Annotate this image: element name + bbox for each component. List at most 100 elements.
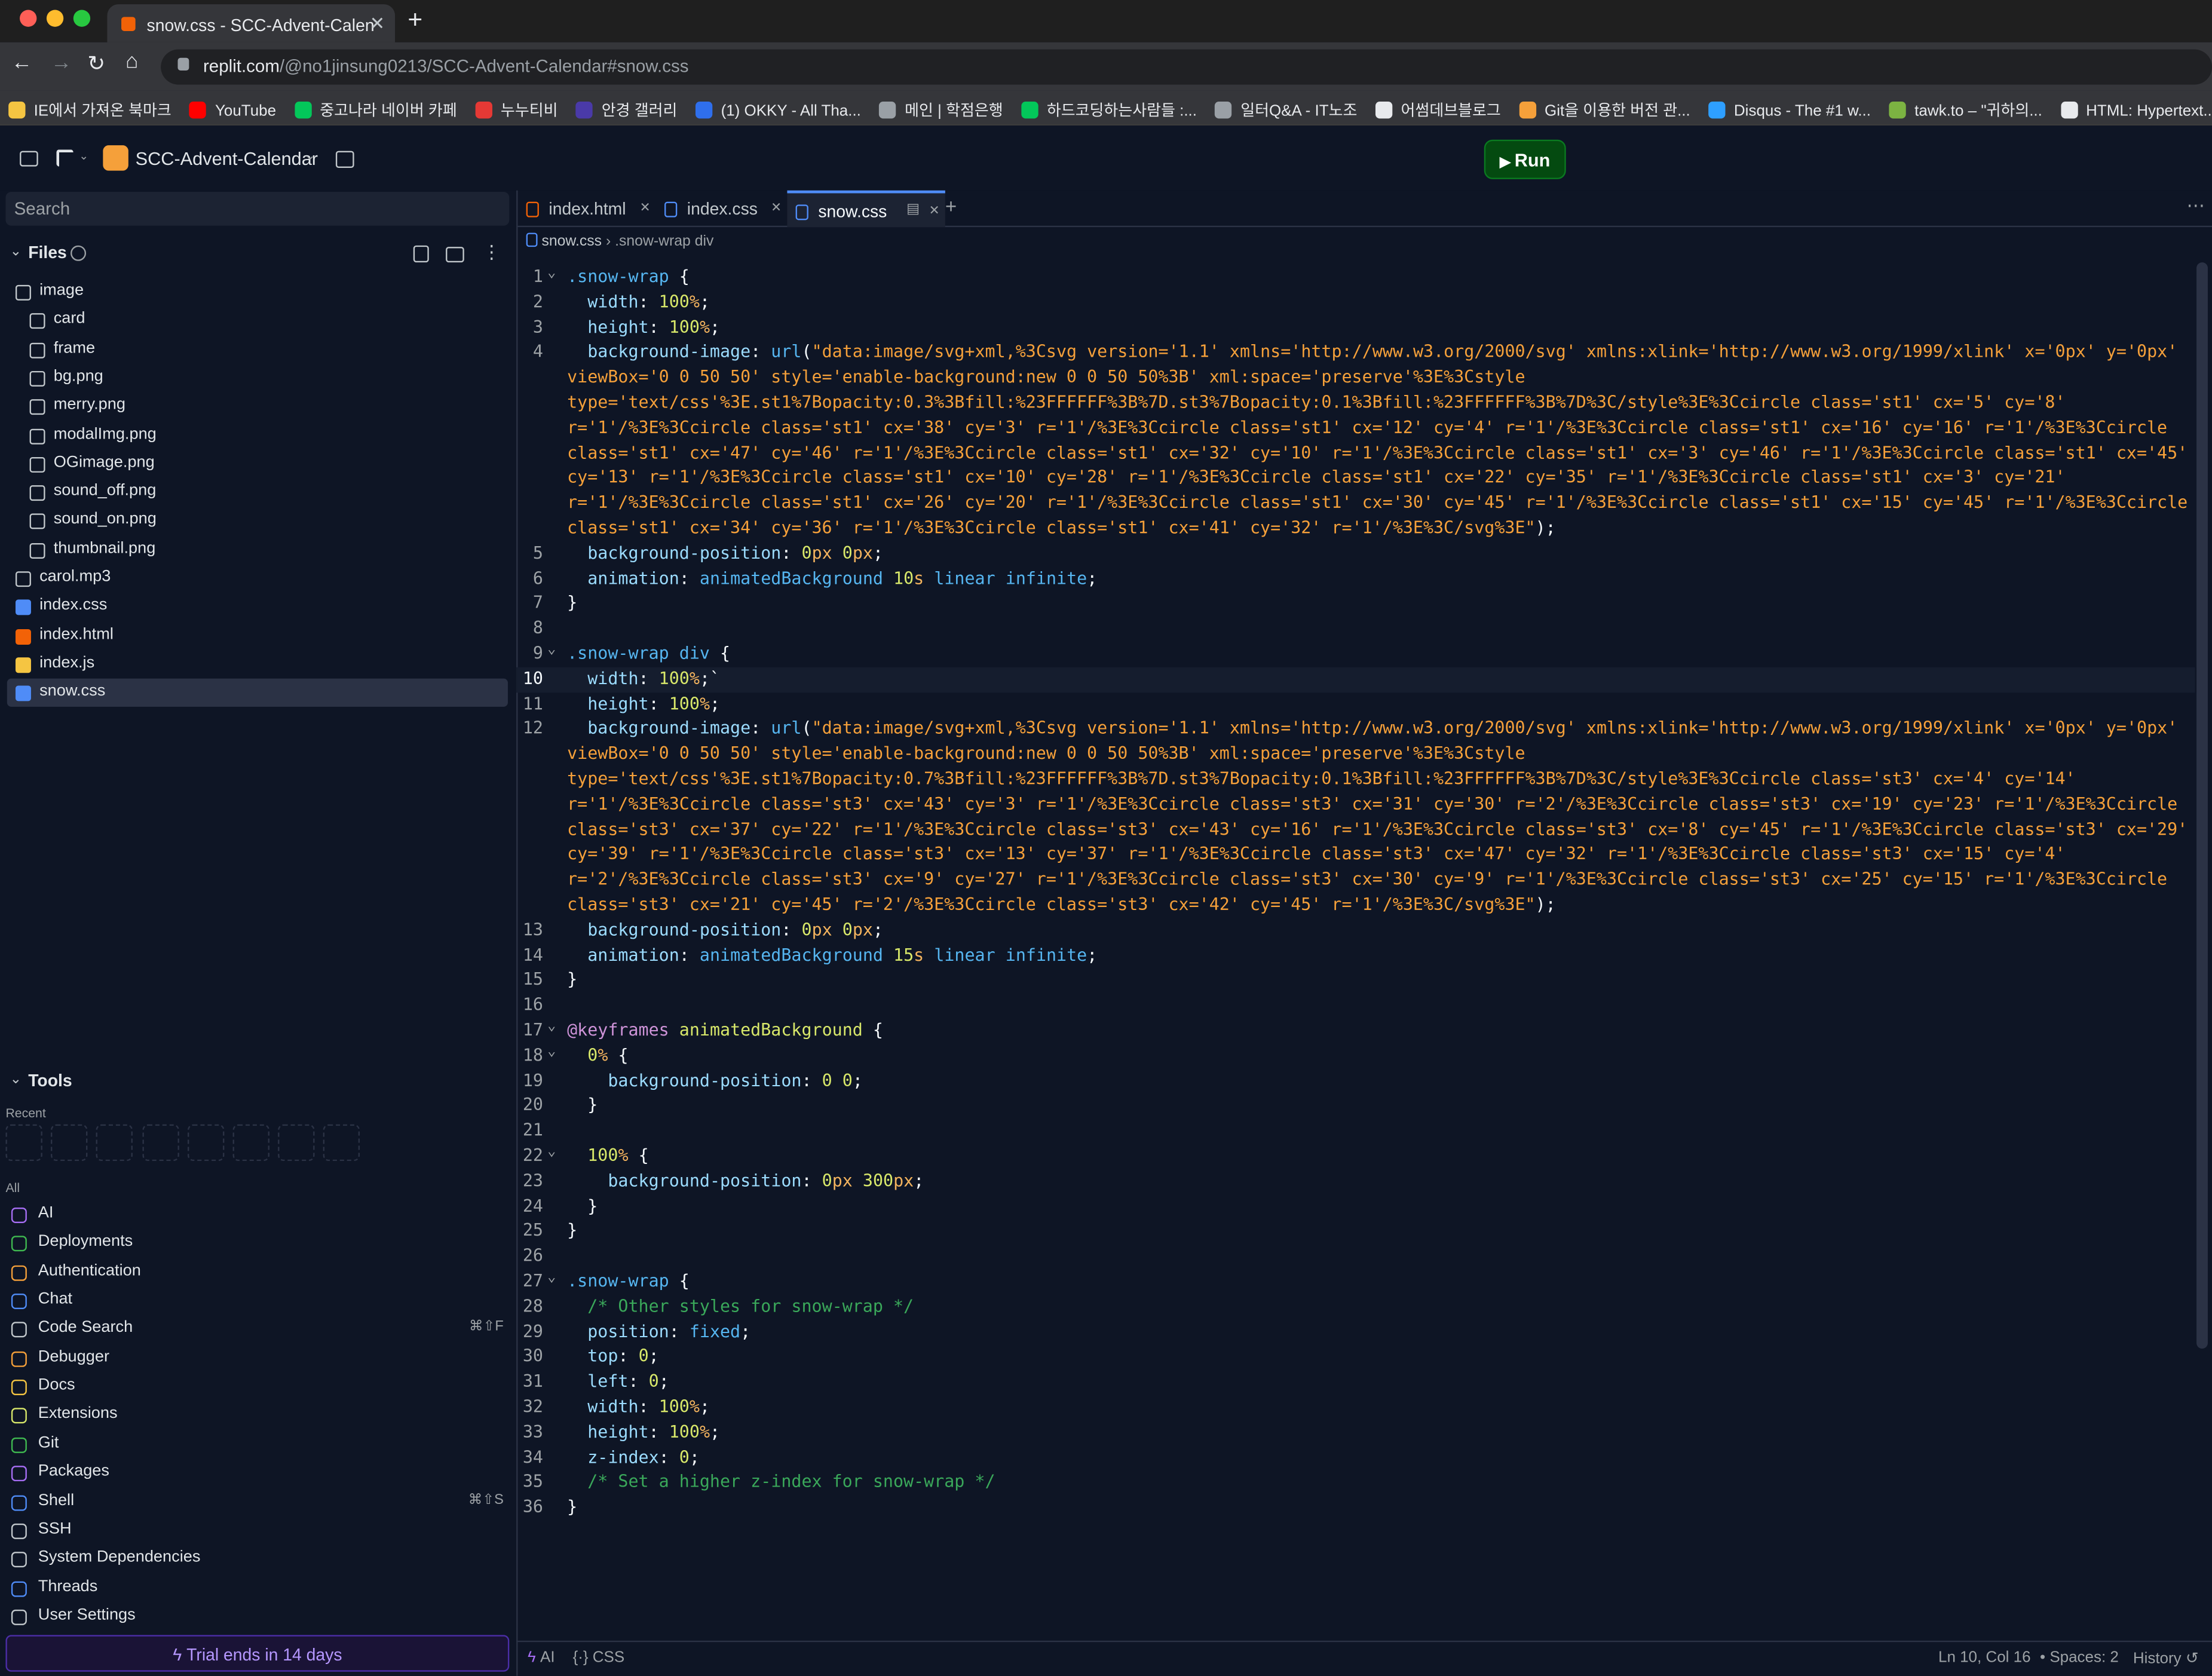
- file-row-image[interactable]: image: [0, 278, 516, 306]
- close-tab-icon[interactable]: ✕: [370, 13, 385, 35]
- close-window-button[interactable]: [20, 10, 37, 27]
- file-row-index-html[interactable]: index.html: [0, 621, 516, 649]
- project-name[interactable]: SCC-Advent-Calendar: [136, 148, 318, 169]
- trial-banner[interactable]: ϟ Trial ends in 14 days: [5, 1635, 510, 1672]
- run-button[interactable]: ▶ Run: [1484, 139, 1566, 179]
- tool-git[interactable]: Git: [0, 1430, 516, 1459]
- ai-status[interactable]: ϟ AI: [528, 1649, 555, 1666]
- bookmark-item[interactable]: 메인 | 학점은행: [871, 90, 1013, 121]
- recent-tool-slot[interactable]: [96, 1124, 133, 1162]
- recent-tool-slot[interactable]: [5, 1124, 42, 1162]
- minimize-window-button[interactable]: [46, 10, 64, 27]
- tool-threads[interactable]: Threads: [0, 1574, 516, 1602]
- preview-icon[interactable]: ▤: [906, 202, 920, 217]
- tab-index-html[interactable]: index.html ✕: [517, 191, 655, 227]
- back-icon[interactable]: ←: [11, 51, 32, 75]
- cursor-position[interactable]: Ln 10, Col 16: [1938, 1649, 2030, 1666]
- bookmark-item[interactable]: 안경 갤러리: [568, 90, 687, 121]
- tools-collapse-icon[interactable]: ⌄: [10, 1072, 22, 1087]
- bookmark-item[interactable]: 하드코딩하는사람들 :...: [1013, 90, 1206, 121]
- recent-tool-slot[interactable]: [142, 1124, 179, 1162]
- bookmark-item[interactable]: tawk.to – "귀하의...: [1881, 90, 2052, 121]
- fold-chevron-icon[interactable]: ⌄: [547, 1266, 556, 1291]
- recent-tool-slot[interactable]: [232, 1124, 269, 1162]
- editor-more-icon[interactable]: ⋯: [2187, 195, 2205, 217]
- close-tab-icon[interactable]: ✕: [640, 200, 651, 216]
- bookmark-item[interactable]: YouTube: [181, 93, 286, 120]
- bookmark-item[interactable]: 일터Q&A - IT노조: [1207, 90, 1367, 121]
- search-input[interactable]: Search: [5, 192, 510, 226]
- tool-docs[interactable]: Docs: [0, 1372, 516, 1401]
- file-row-index-js[interactable]: index.js: [0, 650, 516, 678]
- recent-tool-slot[interactable]: [51, 1124, 88, 1162]
- bookmark-item[interactable]: Disqus - The #1 w...: [1700, 93, 1880, 120]
- maximize-window-button[interactable]: [73, 10, 91, 27]
- tool-shell[interactable]: Shell ⌘⇧S: [0, 1488, 516, 1516]
- tool-deployments[interactable]: Deployments: [0, 1229, 516, 1257]
- files-collapse-icon[interactable]: ⌄: [10, 244, 22, 259]
- tool-extensions[interactable]: Extensions: [0, 1402, 516, 1430]
- chevron-down-icon[interactable]: ⌄: [79, 149, 88, 162]
- reload-icon[interactable]: ↻: [87, 51, 105, 76]
- editor-scrollbar[interactable]: [2196, 262, 2208, 1349]
- bookmark-item[interactable]: 누누티비: [467, 90, 568, 121]
- bookmark-item[interactable]: IE에서 가져온 북마크: [0, 90, 181, 121]
- project-menu-chevron-icon[interactable]: ⌄: [305, 148, 315, 164]
- file-row-card[interactable]: card: [0, 307, 516, 335]
- fold-chevron-icon[interactable]: ⌄: [547, 1140, 556, 1165]
- file-row-thumbnail-png[interactable]: thumbnail.png: [0, 535, 516, 563]
- replit-logo-icon[interactable]: [56, 149, 73, 167]
- new-folder-icon[interactable]: [446, 247, 464, 263]
- close-tab-icon[interactable]: ✕: [929, 203, 940, 219]
- tool-debugger[interactable]: Debugger: [0, 1344, 516, 1372]
- bookmark-item[interactable]: HTML: Hypertext...: [2052, 93, 2212, 120]
- recent-tool-slot[interactable]: [278, 1124, 315, 1162]
- sidebar-toggle-icon[interactable]: [20, 151, 38, 167]
- tool-authentication[interactable]: Authentication: [0, 1258, 516, 1286]
- address-bar[interactable]: replit.com/@no1jinsung0213/SCC-Advent-Ca…: [161, 49, 2212, 85]
- bookmark-item[interactable]: 어썸데브블로그: [1367, 90, 1511, 121]
- bookmark-item[interactable]: 중고나라 네이버 카페: [286, 90, 467, 121]
- tool-code-search[interactable]: Code Search ⌘⇧F: [0, 1315, 516, 1343]
- file-row-merry-png[interactable]: merry.png: [0, 393, 516, 421]
- fold-chevron-icon[interactable]: ⌄: [547, 638, 556, 663]
- tool-user-settings[interactable]: User Settings: [0, 1603, 516, 1631]
- tool-packages[interactable]: Packages: [0, 1459, 516, 1487]
- fold-chevron-icon[interactable]: ⌄: [547, 261, 556, 286]
- tab-snow-css[interactable]: snow.css ▤ ✕: [787, 190, 945, 228]
- browser-tab[interactable]: snow.css - SCC-Advent-Calen ✕: [107, 4, 396, 42]
- tool-system-dependencies[interactable]: System Dependencies: [0, 1545, 516, 1573]
- file-row-bg-png[interactable]: bg.png: [0, 364, 516, 392]
- code-editor[interactable]: 1 ⌄ .snow-wrap {2 width: 100%; 3 height: 10…: [516, 262, 2195, 1638]
- file-row-carol-mp3[interactable]: carol.mp3: [0, 564, 516, 592]
- tool-ai[interactable]: AI: [0, 1200, 516, 1228]
- file-row-snow-css[interactable]: snow.css: [7, 679, 508, 707]
- file-row-frame[interactable]: frame: [0, 335, 516, 363]
- fold-chevron-icon[interactable]: ⌄: [547, 1040, 556, 1065]
- spaces-status[interactable]: • Spaces: 2: [2040, 1649, 2119, 1666]
- bookmark-item[interactable]: (1) OKKY - All Tha...: [687, 93, 871, 120]
- file-row-index-css[interactable]: index.css: [0, 593, 516, 621]
- new-tab-button[interactable]: +: [408, 5, 422, 35]
- tool-ssh[interactable]: SSH: [0, 1516, 516, 1545]
- history-button[interactable]: History ↺: [2133, 1649, 2199, 1667]
- breadcrumb-symbol[interactable]: .snow-wrap div: [615, 233, 713, 250]
- add-tab-icon[interactable]: +: [945, 195, 957, 217]
- forward-icon[interactable]: →: [51, 51, 72, 75]
- home-icon[interactable]: ⌂: [125, 50, 138, 73]
- file-row-sound_off-png[interactable]: sound_off.png: [0, 479, 516, 507]
- database-icon[interactable]: [335, 151, 354, 168]
- tool-chat[interactable]: Chat: [0, 1286, 516, 1315]
- breadcrumb-file[interactable]: snow.css: [541, 233, 602, 250]
- file-row-OGimage-png[interactable]: OGimage.png: [0, 450, 516, 478]
- language-status[interactable]: {·} CSS: [573, 1649, 625, 1666]
- fold-chevron-icon[interactable]: ⌄: [547, 1015, 556, 1040]
- recent-tool-slot[interactable]: [187, 1124, 224, 1162]
- files-menu-icon[interactable]: ⋮: [482, 241, 501, 264]
- tab-index-css[interactable]: index.css ✕: [656, 191, 788, 227]
- bookmark-item[interactable]: Git을 이용한 버전 관...: [1511, 90, 1700, 121]
- close-tab-icon[interactable]: ✕: [771, 200, 782, 216]
- file-row-sound_on-png[interactable]: sound_on.png: [0, 507, 516, 535]
- new-file-icon[interactable]: [413, 245, 429, 263]
- file-row-modalImg-png[interactable]: modalImg.png: [0, 421, 516, 449]
